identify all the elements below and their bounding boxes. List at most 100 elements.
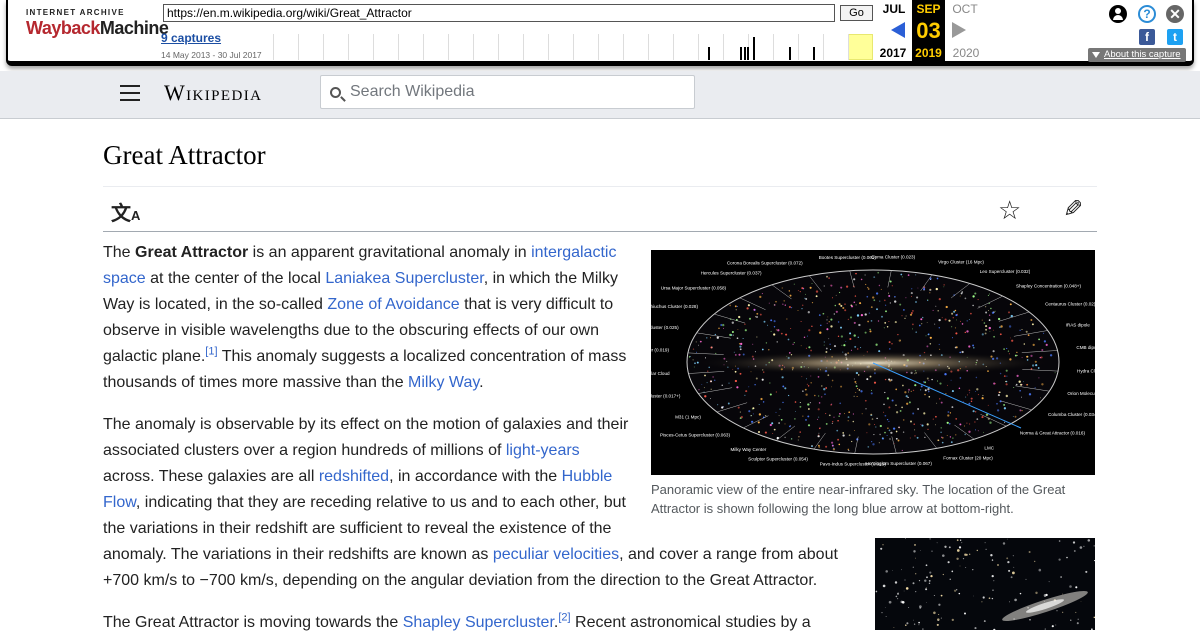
text: , indicating that they are receding rela… [103, 494, 626, 537]
user-account-icon[interactable] [1109, 5, 1127, 23]
wayback-sparkline[interactable] [273, 31, 873, 60]
reference-1[interactable]: [1] [205, 346, 217, 358]
paragraph-shapley: The Great Attractor is moving towards th… [103, 610, 873, 636]
sky-object-label: CMB dipole [1076, 345, 1095, 350]
galaxy-image[interactable] [875, 538, 1095, 630]
sky-object-label: Abell 634 Cluster (0.025) [651, 325, 679, 330]
wayback-next-month: OCT [952, 2, 978, 16]
page-actions-bar: 文A ☆ ✎ [103, 186, 1097, 232]
sparkline-month-column [273, 34, 274, 60]
wayback-go-button[interactable]: Go [840, 5, 873, 21]
sparkline-capture-bar[interactable] [753, 37, 755, 60]
next-capture-arrow-icon [952, 22, 966, 38]
wayback-prev-year[interactable]: 2017 [877, 46, 909, 60]
text: is an apparent gravitational anomaly in [248, 244, 532, 261]
sparkline-month-column [723, 34, 724, 60]
language-icon[interactable]: 文A [111, 197, 140, 226]
sparkline-month-column [423, 34, 424, 60]
sky-object-label: Pavo-Indus Supercluster (0.015) [820, 462, 887, 467]
sparkline-month-column [698, 34, 699, 60]
sky-object-label: Ophiuchus Cluster (0.028) [651, 304, 698, 309]
sky-object-label: Fornax Cluster (20 Mpc) [943, 456, 993, 461]
page-title: Great Attractor [103, 140, 266, 170]
paragraph-observation-wrapped: The anomaly is observable by its effect … [103, 412, 633, 542]
sparkline-capture-bar[interactable] [744, 47, 746, 60]
text: at the center of the local [145, 270, 326, 287]
hamburger-menu-icon[interactable] [120, 85, 140, 102]
sky-object-label: Milky Way Center [730, 447, 766, 452]
text: , in accordance with the [389, 468, 562, 485]
search-input[interactable] [350, 76, 690, 108]
about-capture-button[interactable]: About this capture [1088, 48, 1186, 62]
sparkline-month-column [523, 34, 524, 60]
reference-2[interactable]: [2] [558, 612, 570, 624]
sky-object-label: Shapley Concentration (0.048+) [1016, 284, 1081, 289]
help-icon[interactable]: ? [1138, 5, 1156, 23]
sparkline-current-month [848, 34, 873, 60]
sky-object-label: Sculptor Supercluster (0.054) [748, 457, 808, 462]
sparkline-month-column [448, 34, 449, 60]
sparkline-month-column [673, 34, 674, 60]
sparkline-month-column [373, 34, 374, 60]
sky-object-label: Hercules Supercluster (0.037) [701, 271, 762, 276]
link-zone-of-avoidance[interactable]: Zone of Avoidance [327, 296, 459, 313]
sparkline-month-column [648, 34, 649, 60]
sparkline-capture-bar[interactable] [789, 47, 791, 60]
text: . [479, 374, 484, 391]
text: Recent astronomical studies by a [570, 614, 811, 631]
sparkline-month-column [623, 34, 624, 60]
sky-object-label: Columba Cluster (0.034) [1048, 412, 1095, 417]
twitter-share-icon[interactable]: t [1167, 29, 1183, 45]
sky-object-label: Centaurus Cluster (0.02) [1045, 302, 1095, 307]
sky-object-label: Virgo Cluster (16 Mpc) [938, 259, 984, 264]
wayback-url-input[interactable] [163, 4, 835, 22]
sky-object-label: M31 (1 Mpc) [675, 415, 701, 420]
wayback-captures-link[interactable]: 9 captures [161, 31, 221, 45]
sky-object-label: Bootes Supercluster (0.061) [819, 255, 877, 260]
sky-object-label: Corona Borealis Supercluster (0.072) [727, 260, 803, 265]
bold-term: Great Attractor [135, 244, 249, 261]
sparkline-capture-bar[interactable] [747, 47, 749, 60]
watch-star-icon[interactable]: ☆ [998, 195, 1021, 226]
sky-object-label: Pisces-Cetus Supercluster (0.063) [660, 433, 730, 438]
sparkline-capture-bar[interactable] [813, 47, 815, 60]
search-icon [330, 87, 341, 98]
sky-object-label: Perseus-Pisces Supercluster (0.017+) [651, 394, 681, 399]
sparkline-capture-bar[interactable] [708, 47, 710, 60]
image-caption: Panoramic view of the entire near-infrar… [651, 482, 1066, 516]
wayback-prev-month[interactable]: JUL [880, 2, 908, 16]
link-redshifted[interactable]: redshifted [319, 468, 389, 485]
text: The Great Attractor is moving towards th… [103, 614, 403, 631]
edit-pencil-icon[interactable]: ✎ [1063, 195, 1083, 224]
wayback-current-day: 03 [916, 18, 941, 43]
sky-panorama-image[interactable]: Corona Borealis Supercluster (0.072) Boot… [651, 250, 1095, 475]
sky-object-label: Coma Cluster (0.023) [871, 255, 915, 260]
link-light-years[interactable]: light-years [506, 442, 580, 459]
link-shapley-supercluster[interactable]: Shapley Supercluster [403, 614, 554, 631]
link-peculiar-velocities[interactable]: peculiar velocities [493, 546, 619, 563]
paragraph-intro: The Great Attractor is an apparent gravi… [103, 240, 633, 396]
link-laniakea-supercluster[interactable]: Laniakea Supercluster [325, 270, 483, 287]
link-milky-way[interactable]: Milky Way [408, 374, 479, 391]
sparkline-month-column [848, 34, 849, 60]
sparkline-capture-bar[interactable] [740, 47, 742, 60]
facebook-share-icon[interactable]: f [1139, 29, 1155, 45]
search-box[interactable] [320, 75, 695, 109]
sky-object-label: IRAS dipole [1066, 322, 1091, 327]
wikipedia-wordmark[interactable]: Wikipedia [164, 80, 262, 106]
wayback-current-year: 2019 [915, 46, 942, 60]
wayback-logo-wordmark: WaybackMachine [26, 18, 169, 39]
text: The [103, 244, 136, 261]
wikipedia-header: Wikipedia [0, 71, 1200, 119]
sky-object-label: Hydra Cluster (0.01) [1077, 368, 1095, 373]
sparkline-month-column [798, 34, 799, 60]
wayback-toolbar: INTERNET ARCHIVE WaybackMachine Go 9 cap… [0, 0, 1200, 71]
prev-capture-arrow-icon[interactable] [891, 22, 905, 38]
sparkline-month-column [473, 34, 474, 60]
sparkline-month-column [498, 34, 499, 60]
sky-object-label: Taurus Molecular Cloud [651, 371, 670, 376]
wayback-logo[interactable]: INTERNET ARCHIVE WaybackMachine [26, 8, 169, 52]
close-icon[interactable]: ✕ [1166, 5, 1184, 23]
sparkline-month-column [773, 34, 774, 60]
sparkline-month-column [598, 34, 599, 60]
